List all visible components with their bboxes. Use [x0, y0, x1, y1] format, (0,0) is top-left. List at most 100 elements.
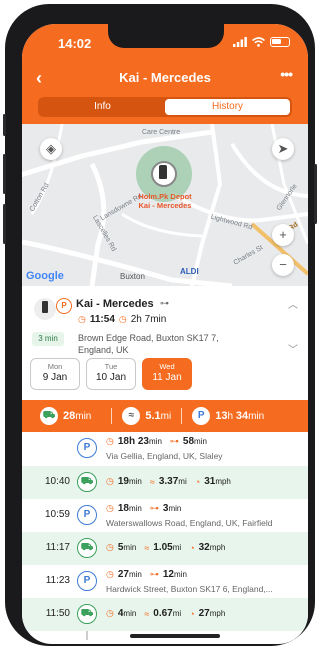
phone-frame: 14:02 ‹ Kai - Mercedes ••• Info History: [3, 4, 317, 646]
chevron-down-icon[interactable]: ﹀: [288, 341, 298, 356]
battery-icon: [270, 37, 290, 47]
parked-minutes: 34: [235, 410, 249, 422]
drive-total: 28: [63, 410, 76, 422]
app-screen: 14:02 ‹ Kai - Mercedes ••• Info History: [22, 24, 308, 644]
drive-distance: 3.37mi: [159, 476, 187, 487]
status-icons: [233, 37, 290, 47]
key-icon: ⊶: [149, 503, 159, 513]
day-of-week: Tue: [104, 362, 118, 371]
unit: min: [123, 543, 137, 552]
clock-icon: ◷: [106, 608, 114, 618]
parking-icon: P: [77, 571, 97, 591]
row-time: 11:50: [45, 608, 70, 619]
park-address: Via Gellia, England, UK, Slaley: [106, 451, 223, 461]
volume-down-button: [3, 204, 6, 244]
speed-value: 31: [204, 476, 216, 487]
park-duration-value: 27: [117, 569, 129, 580]
zoom-out-button[interactable]: −: [272, 254, 294, 276]
summary-drive: ⛟ 28min: [40, 407, 91, 425]
parked-hours: 13: [215, 410, 228, 422]
park-stats: ◷ 27min ⊶ 12min: [106, 569, 191, 580]
unit: min: [149, 437, 162, 446]
map-label-buxton: Buxton: [120, 272, 145, 281]
chevron-up-icon[interactable]: ︿: [288, 296, 298, 311]
google-logo-text: Google: [26, 270, 64, 282]
map-label-depot: Holm.Pk Depot: [138, 192, 192, 201]
list-item-parked[interactable]: 10:59 P ◷ 18min ⊶ 3min Waterswallows Roa…: [22, 499, 308, 532]
tab-info[interactable]: Info: [40, 99, 165, 115]
duration-badge: 3 min: [32, 332, 64, 346]
speed-icon: ◔: [189, 542, 195, 553]
tracker-device-icon: [159, 165, 167, 179]
drive-unit: min: [75, 411, 92, 422]
day-tab-tue[interactable]: Tue 10 Jan: [86, 358, 136, 390]
drive-stats: ◷ 19min ≈ 3.37mi ◔ 31mph: [106, 476, 235, 487]
current-location-panel[interactable]: P 3 min Kai - Mercedes ⊶ ◷ 11:54 ◷ 2h 7m…: [22, 286, 308, 358]
speed-value: 32: [198, 542, 210, 553]
car-icon: ⛟: [77, 604, 97, 624]
info-time-row: ◷ 11:54 ◷ 2h 7min: [78, 314, 166, 325]
layers-button[interactable]: ◈: [40, 138, 62, 160]
parking-icon: P: [192, 407, 211, 425]
parked-badge: P: [56, 298, 72, 314]
unit: min: [194, 437, 207, 446]
address-line-2: England, UK: [78, 345, 129, 355]
locate-button[interactable]: ➤: [272, 138, 294, 160]
zoom-in-button[interactable]: +: [272, 224, 294, 246]
list-item-parked[interactable]: P ◷ 18h 23min ⊶ 58min Via Gellia, Englan…: [22, 432, 308, 466]
unit: mph: [209, 609, 226, 618]
key-icon: ⊶: [160, 298, 169, 308]
distance-value: 1.05: [153, 542, 173, 553]
divider: [111, 408, 113, 424]
distance-value: 0.67: [153, 608, 173, 619]
tab-history[interactable]: History: [165, 99, 290, 115]
list-item-parked[interactable]: 11:23 P ◷ 27min ⊶ 12min Hardwick Street,…: [22, 565, 308, 598]
parking-icon: P: [77, 505, 97, 525]
car-icon: ⛟: [77, 538, 97, 558]
ignition-duration: 3min: [163, 503, 181, 514]
home-indicator: [130, 634, 220, 638]
unit: min: [174, 570, 187, 579]
unit: mi: [172, 543, 182, 552]
park-duration: 27min: [118, 569, 142, 580]
map-view[interactable]: Care Centre Cotton Rd Lansdowne Rd Light…: [22, 124, 308, 286]
route-icon: ≈: [122, 407, 141, 425]
list-item-drive[interactable]: 11:17 ⛟ ◷ 5min ≈ 1.05mi ◔ 32mph: [22, 532, 308, 565]
notch: [108, 24, 224, 48]
day-tab-wed[interactable]: Wed 11 Jan: [142, 358, 192, 390]
unit: mph: [215, 477, 231, 486]
key-icon: ⊶: [149, 569, 159, 579]
route-icon: ≈: [149, 476, 155, 487]
timer-icon: ◷: [118, 314, 127, 324]
day-summary-bar: ⛟ 28min ≈ 5.1mi P 13h 34min: [22, 400, 308, 432]
more-menu-button[interactable]: •••: [280, 66, 293, 82]
list-item-drive[interactable]: 11:50 ⛟ ◷ 4min ≈ 0.67mi ◔ 27mph: [22, 598, 308, 631]
row-time: 11:17: [45, 542, 70, 553]
map-label-vehicle: Kai - Mercedes: [138, 201, 192, 210]
address: Brown Edge Road, Buxton SK17 7, England,…: [78, 332, 268, 356]
day-date: 9 Jan: [42, 372, 68, 383]
summary-distance-value: 5.1mi: [145, 410, 171, 422]
clock-icon: ◷: [106, 436, 114, 446]
summary-parked-value: 13h 34min: [215, 410, 264, 422]
day-date: 10 Jan: [95, 372, 127, 383]
summary-drive-value: 28min: [63, 410, 91, 422]
unit: mph: [209, 543, 226, 552]
start-time: 11:54: [89, 314, 115, 325]
unit: mi: [178, 477, 187, 486]
drive-duration: 5min: [118, 542, 136, 553]
vehicle-name: Kai - Mercedes: [76, 298, 154, 310]
list-item-drive[interactable]: 10:40 ⛟ ◷ 19min ≈ 3.37mi ◔ 31mph: [22, 466, 308, 499]
drive-stats: ◷ 4min ≈ 0.67mi ◔ 27mph: [106, 608, 229, 619]
distance-total: 5.1: [145, 410, 161, 422]
unit: min: [128, 504, 142, 513]
ignition-value: 12: [162, 569, 174, 580]
unit: min: [128, 570, 142, 579]
car-icon: ⛟: [77, 472, 97, 492]
day-tab-mon[interactable]: Mon 9 Jan: [30, 358, 80, 390]
power-button: [314, 164, 317, 224]
parking-icon: P: [77, 438, 97, 458]
clock-icon: ◷: [106, 503, 114, 513]
summary-distance: ≈ 5.1mi: [122, 407, 171, 425]
trip-history-list: P ◷ 18h 23min ⊶ 58min Via Gellia, Englan…: [22, 432, 308, 640]
